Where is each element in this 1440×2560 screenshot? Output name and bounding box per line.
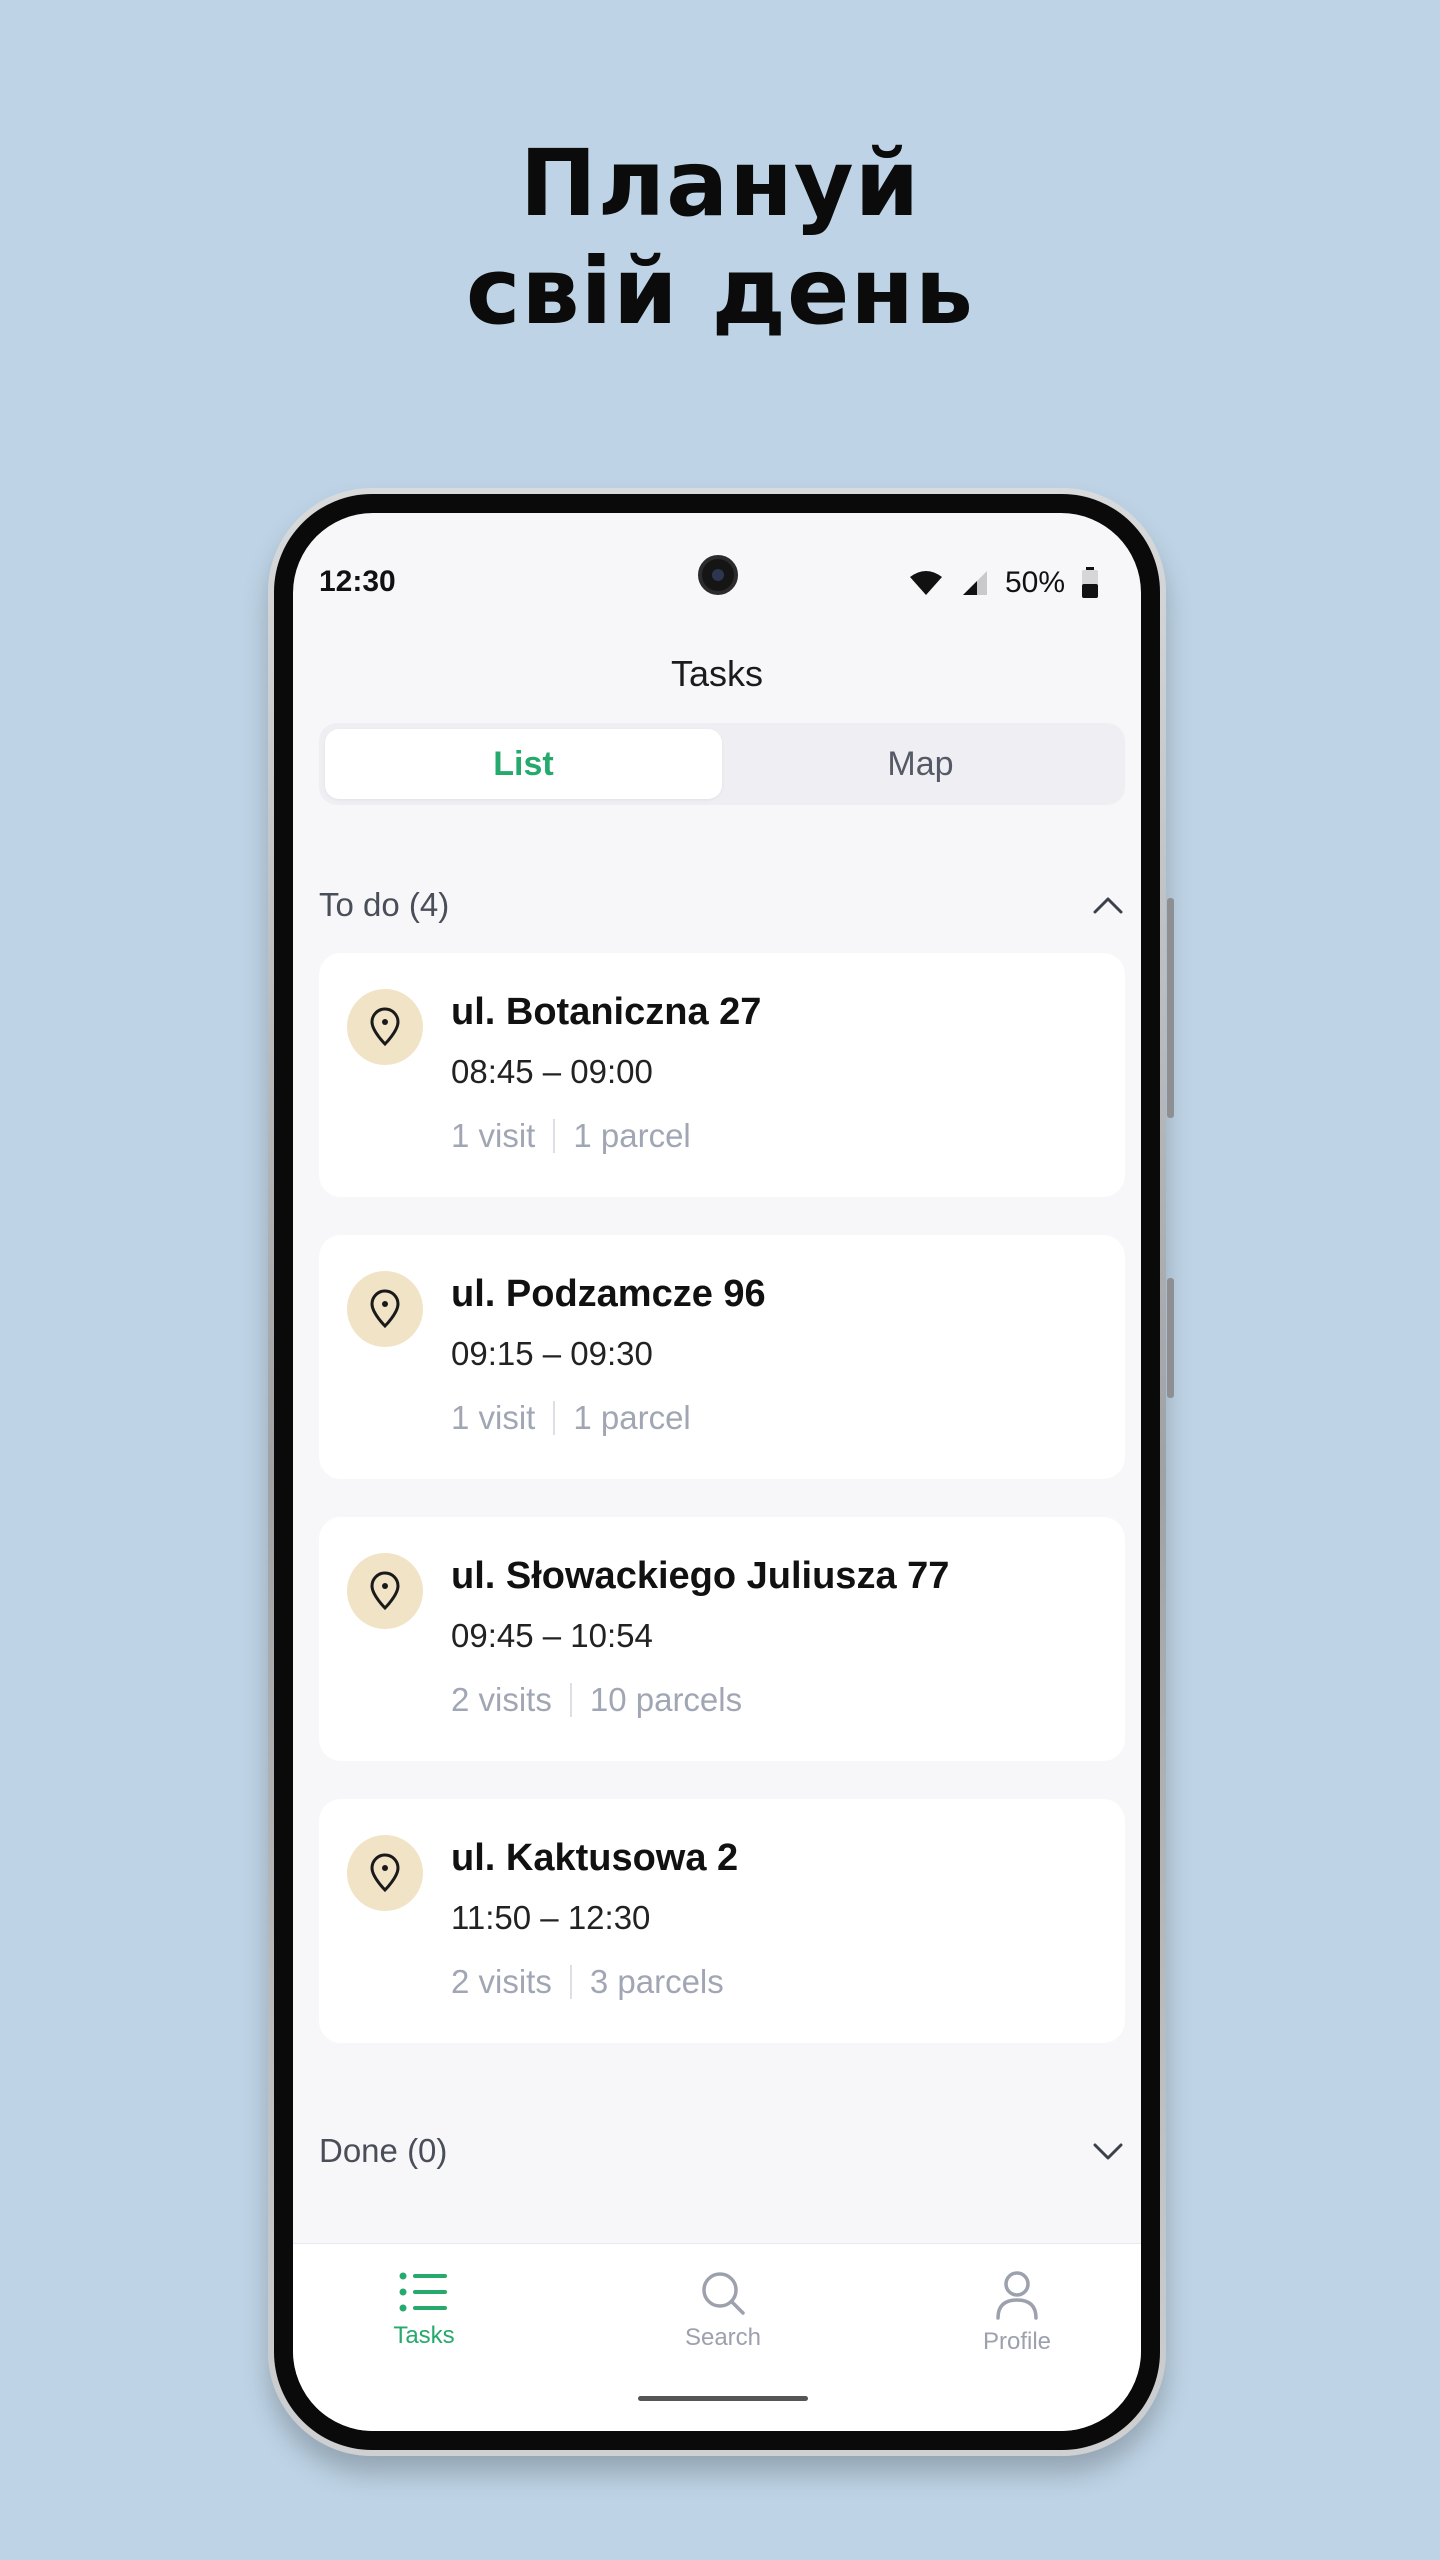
headline-line-2: свій день — [465, 238, 975, 345]
phone-screen: 12:30 50% Tasks List Map To do (4) ul. B… — [293, 513, 1141, 2431]
meta-divider — [569, 1965, 572, 1999]
tab-list[interactable]: List — [325, 729, 722, 799]
task-meta: 1 visit 1 parcel — [451, 1117, 691, 1155]
nav-profile-label: Profile — [982, 2328, 1052, 2355]
pin-badge — [347, 1271, 423, 1347]
task-card[interactable]: ul. Botaniczna 27 08:45 – 09:00 1 visit … — [319, 953, 1125, 1197]
page-title: Tasks — [670, 653, 764, 694]
bottom-navigation: Tasks Search Profile — [293, 2243, 1141, 2431]
task-parcels: 1 parcel — [573, 1117, 691, 1154]
task-card[interactable]: ul. Słowackiego Juliusza 77 09:45 – 10:5… — [319, 1517, 1125, 1761]
todo-section-header[interactable]: To do (4) — [319, 875, 1125, 935]
map-pin-icon — [370, 1853, 400, 1893]
headline-line-1: Плануй — [519, 130, 921, 237]
task-time: 11:50 – 12:30 — [451, 1899, 651, 1936]
wifi-icon — [909, 571, 942, 595]
chevron-up-icon — [1093, 897, 1123, 914]
pin-badge — [347, 1835, 423, 1911]
front-camera — [698, 555, 738, 595]
volume-button — [1167, 898, 1174, 1118]
nav-tasks[interactable]: Tasks — [324, 2270, 524, 2350]
signal-icon — [962, 571, 987, 595]
task-address: ul. Kaktusowa 2 — [451, 1837, 739, 1879]
task-visits: 1 visit — [451, 1117, 536, 1154]
battery-icon — [1082, 567, 1098, 598]
meta-divider — [553, 1119, 556, 1153]
map-pin-icon — [370, 1289, 400, 1329]
home-indicator[interactable] — [638, 2396, 808, 2401]
task-meta: 1 visit 1 parcel — [451, 1399, 691, 1437]
task-card[interactable]: ul. Podzamcze 96 09:15 – 09:30 1 visit 1… — [319, 1235, 1125, 1479]
marketing-headline: Плануй свій день — [0, 130, 1440, 346]
pin-badge — [347, 1553, 423, 1629]
pin-badge — [347, 989, 423, 1065]
power-button — [1167, 1278, 1174, 1398]
task-time: 09:15 – 09:30 — [451, 1335, 653, 1372]
meta-divider — [553, 1401, 556, 1435]
tab-map[interactable]: Map — [722, 729, 1119, 799]
task-parcels: 1 parcel — [573, 1399, 691, 1436]
view-switcher: List Map — [319, 723, 1125, 805]
task-visits: 1 visit — [451, 1399, 536, 1436]
nav-tasks-label: Tasks — [393, 2322, 455, 2349]
task-time: 09:45 – 10:54 — [451, 1617, 653, 1654]
task-visits: 2 visits — [451, 1681, 552, 1718]
chevron-down-icon — [1093, 2143, 1123, 2160]
map-pin-icon — [370, 1571, 400, 1611]
search-icon — [702, 2272, 745, 2315]
task-parcels: 3 parcels — [589, 1963, 724, 2000]
meta-divider — [569, 1683, 572, 1717]
task-time: 08:45 – 09:00 — [451, 1053, 653, 1090]
phone-frame: 12:30 50% Tasks List Map To do (4) ul. B… — [268, 488, 1174, 2456]
task-address: ul. Botaniczna 27 — [451, 991, 762, 1033]
task-meta: 2 visits 3 parcels — [451, 1963, 724, 2001]
nav-profile[interactable]: Profile — [917, 2270, 1117, 2356]
phone-bezel: 12:30 50% Tasks List Map To do (4) ul. B… — [274, 494, 1160, 2450]
status-icons: 50% — [909, 563, 1099, 603]
map-pin-icon — [370, 1007, 400, 1047]
done-section-header[interactable]: Done (0) — [319, 2121, 1125, 2181]
task-address: ul. Podzamcze 96 — [451, 1273, 766, 1315]
person-icon — [996, 2271, 1038, 2320]
battery-percent: 50% — [1004, 566, 1065, 599]
done-section-title: Done (0) — [319, 2132, 448, 2169]
task-address: ul. Słowackiego Juliusza 77 — [451, 1555, 950, 1597]
task-visits: 2 visits — [451, 1963, 552, 2000]
task-parcels: 10 parcels — [589, 1681, 743, 1718]
list-icon — [399, 2272, 447, 2312]
status-time: 12:30 — [319, 565, 396, 598]
task-card[interactable]: ul. Kaktusowa 2 11:50 – 12:30 2 visits 3… — [319, 1799, 1125, 2043]
nav-search[interactable]: Search — [623, 2270, 823, 2352]
todo-section-title: To do (4) — [319, 886, 450, 923]
nav-search-label: Search — [684, 2324, 762, 2351]
task-meta: 2 visits 10 parcels — [451, 1681, 742, 1719]
